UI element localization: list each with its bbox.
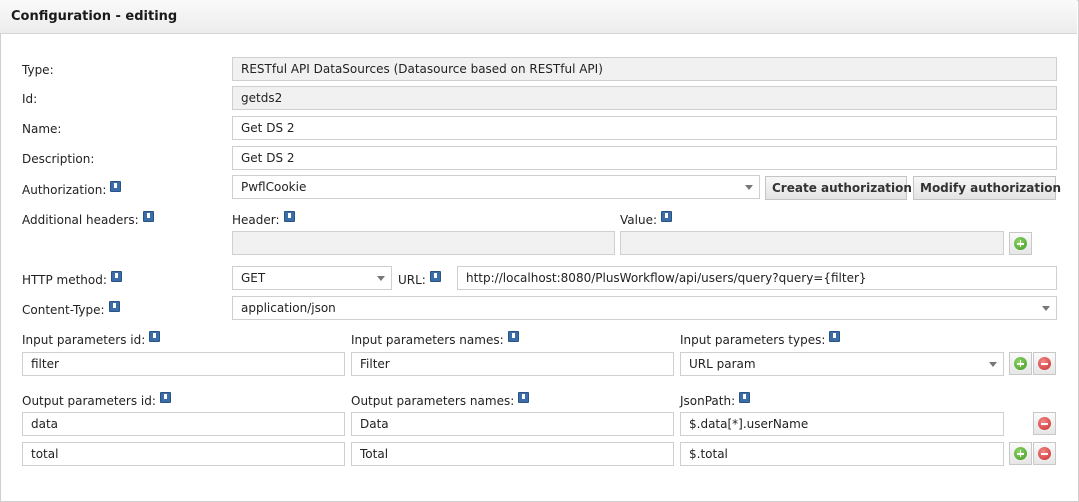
remove-output-param-button[interactable] xyxy=(1033,442,1056,465)
remove-icon xyxy=(1038,417,1051,430)
chevron-down-icon xyxy=(377,276,385,281)
add-header-button[interactable] xyxy=(1009,232,1032,255)
output-params-id-label-text: Output parameters id: xyxy=(22,394,156,408)
input-params-names-label-text: Input parameters names: xyxy=(351,333,504,347)
info-icon[interactable] xyxy=(518,392,530,403)
output-param-jsonpath-input[interactable]: $.total xyxy=(680,442,1004,466)
description-input[interactable]: Get DS 2 xyxy=(232,146,1057,170)
type-field: RESTful API DataSources (Datasource base… xyxy=(232,57,1057,81)
add-input-param-button[interactable] xyxy=(1009,352,1032,375)
info-icon[interactable] xyxy=(108,301,120,312)
chevron-down-icon xyxy=(745,185,753,190)
input-params-names-label: Input parameters names: xyxy=(351,331,519,347)
authorization-select[interactable]: PwflCookie xyxy=(232,175,760,199)
output-param-id-input[interactable]: total xyxy=(22,442,345,466)
additional-headers-label: Additional headers: xyxy=(22,211,154,227)
json-path-label-text: JsonPath: xyxy=(680,394,736,408)
output-params-id-label: Output parameters id: xyxy=(22,392,171,408)
create-authorization-button[interactable]: Create authorization xyxy=(765,176,912,200)
id-label: Id: xyxy=(22,92,38,106)
content-type-label-text: Content-Type: xyxy=(22,303,105,317)
authorization-value: PwflCookie xyxy=(241,180,307,194)
info-icon[interactable] xyxy=(829,331,841,342)
input-params-id-label: Input parameters id: xyxy=(22,331,161,347)
info-icon[interactable] xyxy=(159,392,171,403)
panel-header: Configuration - editing xyxy=(0,0,1077,34)
value-input[interactable] xyxy=(620,231,1004,255)
header-input[interactable] xyxy=(232,231,615,255)
info-icon[interactable] xyxy=(283,211,295,222)
http-method-label: HTTP method: xyxy=(22,271,122,287)
add-icon xyxy=(1014,447,1027,460)
output-param-id-input[interactable]: data xyxy=(22,412,345,436)
info-icon[interactable] xyxy=(739,392,751,403)
input-param-type-select[interactable]: URL param xyxy=(680,352,1004,376)
name-input[interactable]: Get DS 2 xyxy=(232,116,1057,140)
header-label-text: Header: xyxy=(232,213,280,227)
remove-icon xyxy=(1038,447,1051,460)
output-params-names-label: Output parameters names: xyxy=(351,392,530,408)
output-params-names-label-text: Output parameters names: xyxy=(351,394,515,408)
info-icon[interactable] xyxy=(661,211,672,222)
info-icon[interactable] xyxy=(149,331,161,342)
url-input[interactable]: http://localhost:8080/PlusWorkflow/api/u… xyxy=(457,266,1057,290)
input-param-id-input[interactable]: filter xyxy=(22,352,345,376)
add-output-param-button[interactable] xyxy=(1009,442,1032,465)
output-param-name-input[interactable]: Data xyxy=(351,412,674,436)
authorization-label: Authorization: xyxy=(22,181,122,197)
input-params-types-label-text: Input parameters types: xyxy=(680,333,826,347)
input-params-id-label-text: Input parameters id: xyxy=(22,333,146,347)
content-type-value: application/json xyxy=(241,301,336,315)
output-param-jsonpath-input[interactable]: $.data[*].userName xyxy=(680,412,1004,436)
info-icon[interactable] xyxy=(429,271,441,282)
url-label: URL: xyxy=(398,271,441,287)
info-icon[interactable] xyxy=(507,331,519,342)
http-method-value: GET xyxy=(241,271,266,285)
info-icon[interactable] xyxy=(110,271,122,282)
info-icon[interactable] xyxy=(110,181,122,192)
name-label: Name: xyxy=(22,122,62,136)
chevron-down-icon xyxy=(1042,306,1050,311)
json-path-label: JsonPath: xyxy=(680,392,751,408)
add-icon xyxy=(1014,237,1027,250)
remove-input-param-button[interactable] xyxy=(1033,352,1056,375)
modify-authorization-button[interactable]: Modify authorization xyxy=(913,176,1061,200)
panel-title: Configuration - editing xyxy=(11,9,178,24)
header-label: Header: xyxy=(232,211,295,227)
additional-headers-label-text: Additional headers: xyxy=(22,213,139,227)
remove-output-param-button[interactable] xyxy=(1033,412,1056,435)
content-type-select[interactable]: application/json xyxy=(232,296,1057,320)
type-label: Type: xyxy=(22,63,54,77)
description-label: Description: xyxy=(22,152,95,166)
id-field: getds2 xyxy=(232,86,1057,110)
input-param-type-value: URL param xyxy=(689,357,756,371)
add-icon xyxy=(1014,357,1027,370)
input-params-types-label: Input parameters types: xyxy=(680,331,841,347)
input-param-name-input[interactable]: Filter xyxy=(351,352,674,376)
output-param-name-input[interactable]: Total xyxy=(351,442,674,466)
value-label: Value: xyxy=(620,211,672,227)
remove-icon xyxy=(1038,357,1051,370)
url-label-text: URL: xyxy=(398,273,426,287)
value-label-text: Value: xyxy=(620,213,657,227)
authorization-label-text: Authorization: xyxy=(22,183,107,197)
chevron-down-icon xyxy=(989,362,997,367)
content-type-label: Content-Type: xyxy=(22,301,120,317)
http-method-label-text: HTTP method: xyxy=(22,273,107,287)
info-icon[interactable] xyxy=(142,211,154,222)
http-method-select[interactable]: GET xyxy=(232,266,392,290)
